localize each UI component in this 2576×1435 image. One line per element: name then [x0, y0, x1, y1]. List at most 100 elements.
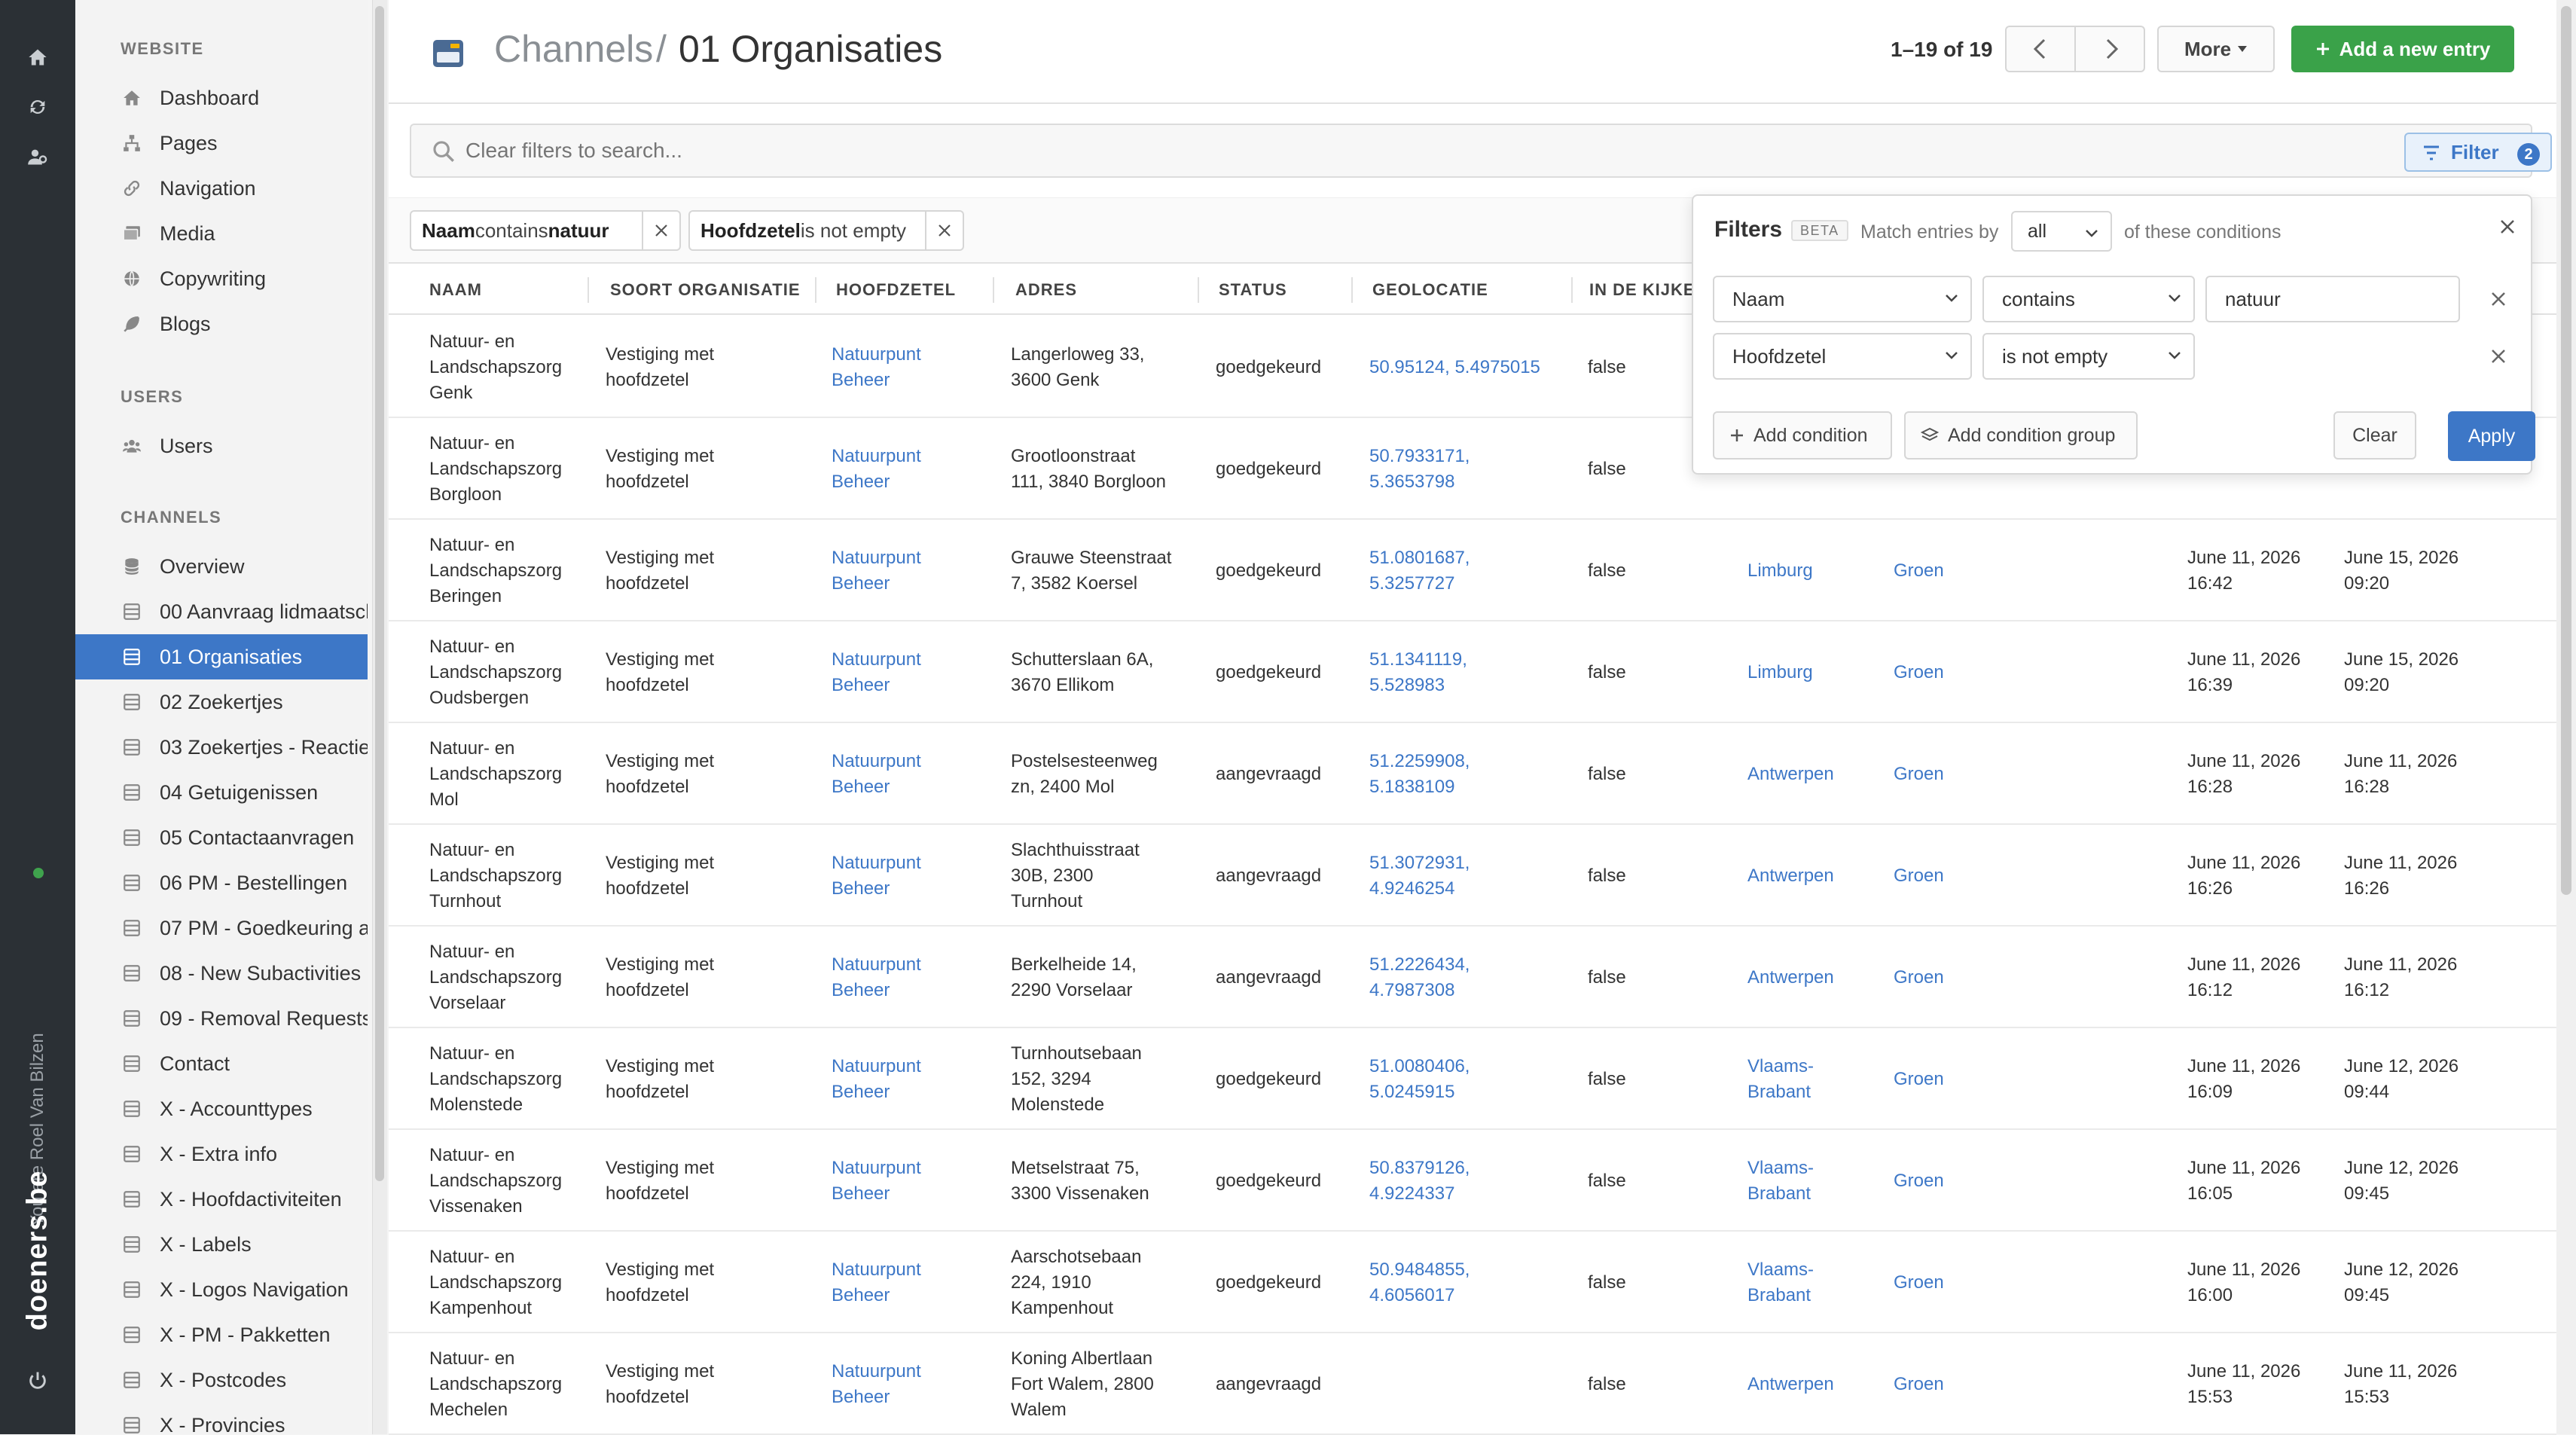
cell-hoofdzetel-link[interactable]: Natuurpunt Beheer [832, 342, 921, 393]
column-header-status[interactable]: STATUS [1219, 280, 1287, 300]
cell-label-link[interactable]: Groen [1894, 1270, 1944, 1296]
brand-logo[interactable]: doeners.be [22, 1171, 54, 1331]
refresh-icon[interactable] [27, 96, 48, 118]
sidebar-item-copywriting[interactable]: Copywriting [75, 256, 368, 301]
table-row[interactable]: Natuur- en Landschapszorg Mechelen Vestigin… [389, 1333, 2556, 1435]
more-button[interactable]: More [2157, 26, 2275, 72]
cell-label-link[interactable]: Groen [1894, 1168, 1944, 1194]
table-row[interactable]: Natuur- en Landschapszorg Oudsbergen Vestig… [389, 621, 2556, 723]
remove-condition-button[interactable] [2490, 348, 2507, 368]
cell-provincie-link[interactable]: Antwerpen [1747, 762, 1834, 787]
breadcrumb-channels[interactable]: Channels [494, 27, 653, 71]
sidebar-item-x-accounttypes[interactable]: X - Accounttypes [75, 1086, 368, 1131]
filter-chip[interactable]: Naam contains natuur [410, 210, 681, 251]
table-row[interactable]: Natuur- en Landschapszorg Vissenaken Vestig… [389, 1130, 2556, 1232]
cell-provincie-link[interactable]: Vlaams- Brabant [1747, 1054, 1814, 1105]
cell-hoofdzetel-link[interactable]: Natuurpunt Beheer [832, 545, 921, 597]
sidebar-item-blogs[interactable]: Blogs [75, 301, 368, 347]
cell-hoofdzetel-link[interactable]: Natuurpunt Beheer [832, 444, 921, 495]
sidebar-item-x-extra-info[interactable]: X - Extra info [75, 1131, 368, 1177]
add-condition-group-button[interactable]: Add condition group [1904, 411, 2138, 460]
cell-geolocatie-link[interactable]: 50.95124, 5.4975015 [1369, 355, 1540, 380]
column-header-hoofdzetel[interactable]: HOOFDZETEL [836, 280, 956, 300]
filter-chip[interactable]: Hoofdzetel is not empty [688, 210, 964, 251]
cell-geolocatie-link[interactable]: 51.2259908, 5.1838109 [1369, 749, 1470, 800]
condition-operator-select[interactable]: is not empty [1982, 333, 2195, 380]
cell-geolocatie-link[interactable]: 51.0801687, 5.3257727 [1369, 545, 1470, 597]
sidebar-item-contact[interactable]: Contact [75, 1041, 368, 1086]
sidebar-item-dashboard[interactable]: Dashboard [75, 75, 368, 121]
sidebar-item-x-postcodes[interactable]: X - Postcodes [75, 1357, 368, 1403]
cell-geolocatie-link[interactable]: 50.9484855, 4.6056017 [1369, 1257, 1470, 1308]
close-icon[interactable] [2499, 218, 2516, 235]
table-row[interactable]: Natuur- en Landschapszorg Molenstede Vestig… [389, 1028, 2556, 1130]
cell-hoofdzetel-link[interactable]: Natuurpunt Beheer [832, 749, 921, 800]
search-input[interactable] [464, 134, 1820, 167]
sidebar-item-06-pm-bestellingen[interactable]: 06 PM - Bestellingen [75, 860, 368, 905]
sidebar-item-overview[interactable]: Overview [75, 544, 368, 589]
cell-hoofdzetel-link[interactable]: Natuurpunt Beheer [832, 952, 921, 1003]
filter-button[interactable]: Filter 2 [2404, 133, 2552, 172]
add-condition-button[interactable]: Add condition [1713, 411, 1892, 460]
sidebar-item-navigation[interactable]: Navigation [75, 166, 368, 211]
table-row[interactable]: Natuur- en Landschapszorg Mol Vestiging met… [389, 723, 2556, 825]
table-row[interactable]: Natuur- en Landschapszorg Vorselaar Vestigi… [389, 927, 2556, 1028]
condition-field-select[interactable]: Naam [1713, 276, 1972, 322]
column-header-geolocatie[interactable]: GEOLOCATIE [1372, 280, 1488, 300]
sidebar-item-01-organisaties[interactable]: 01 Organisaties [75, 634, 368, 679]
sidebar-item-x-provincies[interactable]: X - Provincies [75, 1403, 368, 1434]
cell-label-link[interactable]: Groen [1894, 1372, 1944, 1397]
main-scroll-thumb[interactable] [2561, 6, 2571, 895]
cell-label-link[interactable]: Groen [1894, 558, 1944, 584]
sidebar-item-media[interactable]: Media [75, 211, 368, 256]
condition-operator-select[interactable]: contains [1982, 276, 2195, 322]
match-select[interactable]: all [2011, 211, 2112, 252]
next-page-button[interactable] [2074, 26, 2145, 72]
condition-field-select[interactable]: Hoofdzetel [1713, 333, 1972, 380]
sidebar-item-03-zoekertjes-reacties[interactable]: 03 Zoekertjes - Reacties [75, 725, 368, 770]
sidebar-item-00-aanvraag-lidmaatschap[interactable]: 00 Aanvraag lidmaatschap [75, 589, 368, 634]
sidebar-scroll-thumb[interactable] [375, 6, 384, 1181]
column-header-adres[interactable]: ADRES [1015, 280, 1077, 300]
clear-filters-button[interactable]: Clear [2333, 411, 2416, 460]
column-header-soort-organisatie[interactable]: SOORT ORGANISATIE [610, 280, 801, 300]
cell-label-link[interactable]: Groen [1894, 1067, 1944, 1092]
remove-condition-button[interactable] [2490, 291, 2507, 311]
cell-provincie-link[interactable]: Vlaams- Brabant [1747, 1257, 1814, 1308]
sidebar-item-04-getuigenissen[interactable]: 04 Getuigenissen [75, 770, 368, 815]
column-header-in-de-kijker[interactable]: IN DE KIJKER [1589, 280, 1708, 300]
cell-provincie-link[interactable]: Limburg [1747, 660, 1813, 685]
sidebar-item-x-pm-pakketten[interactable]: X - PM - Pakketten [75, 1312, 368, 1357]
column-header-naam[interactable]: NAAM [429, 280, 482, 300]
apply-filters-button[interactable]: Apply [2448, 411, 2535, 461]
cell-label-link[interactable]: Groen [1894, 762, 1944, 787]
cell-provincie-link[interactable]: Antwerpen [1747, 1372, 1834, 1397]
cell-label-link[interactable]: Groen [1894, 863, 1944, 889]
cell-hoofdzetel-link[interactable]: Natuurpunt Beheer [832, 1359, 921, 1410]
cell-label-link[interactable]: Groen [1894, 965, 1944, 991]
cell-provincie-link[interactable]: Antwerpen [1747, 965, 1834, 991]
users-cog-icon[interactable] [27, 146, 48, 167]
power-icon[interactable] [27, 1369, 48, 1391]
condition-value-input[interactable] [2205, 276, 2460, 322]
cell-geolocatie-link[interactable]: 51.3072931, 4.9246254 [1369, 850, 1470, 902]
table-row[interactable]: Natuur- en Landschapszorg Beringen Vestigin… [389, 520, 2556, 621]
sidebar-item-x-hoofdactiviteiten[interactable]: X - Hoofdactiviteiten [75, 1177, 368, 1222]
sidebar-item-pages[interactable]: Pages [75, 121, 368, 166]
cell-provincie-link[interactable]: Antwerpen [1747, 863, 1834, 889]
cell-provincie-link[interactable]: Limburg [1747, 558, 1813, 584]
cell-label-link[interactable]: Groen [1894, 660, 1944, 685]
sidebar-item-05-contactaanvragen[interactable]: 05 Contactaanvragen [75, 815, 368, 860]
previous-page-button[interactable] [2005, 26, 2076, 72]
remove-filter-button[interactable] [925, 212, 963, 249]
sidebar-item-07-pm-goedkeuring-aanvragen[interactable]: 07 PM - Goedkeuring aanvragen [75, 905, 368, 951]
cell-geolocatie-link[interactable]: 51.2226434, 4.7987308 [1369, 952, 1470, 1003]
cell-geolocatie-link[interactable]: 50.7933171, 5.3653798 [1369, 444, 1470, 495]
cell-provincie-link[interactable]: Vlaams- Brabant [1747, 1156, 1814, 1207]
table-row[interactable]: Natuur- en Landschapszorg Kampenhout Vestig… [389, 1232, 2556, 1333]
cell-hoofdzetel-link[interactable]: Natuurpunt Beheer [832, 1054, 921, 1105]
cell-hoofdzetel-link[interactable]: Natuurpunt Beheer [832, 850, 921, 902]
cell-hoofdzetel-link[interactable]: Natuurpunt Beheer [832, 1156, 921, 1207]
cell-hoofdzetel-link[interactable]: Natuurpunt Beheer [832, 647, 921, 698]
home-icon[interactable] [27, 47, 48, 68]
